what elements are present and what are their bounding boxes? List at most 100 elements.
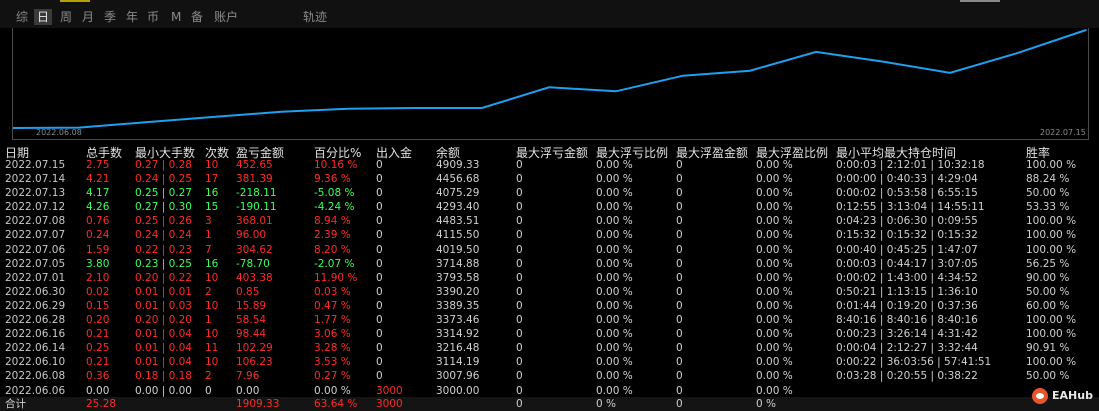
table-row: 2022.07.15 2.75 0.27 | 0.28 10 452.65 10.16 %… xyxy=(0,158,1099,172)
cell-0: 2022.06.28 xyxy=(5,314,66,327)
cell-9: 0.00 % xyxy=(596,257,633,270)
cell-3: 10 xyxy=(205,271,219,284)
cell-10: 0 xyxy=(676,370,683,383)
tab-1[interactable]: 日 xyxy=(34,9,53,25)
cell-10: 0 xyxy=(676,215,683,228)
cell-3: 0 xyxy=(205,384,212,397)
cell-1: 0.21 xyxy=(86,356,110,369)
equity-point xyxy=(615,90,617,93)
cell-7: 3000.00 xyxy=(436,384,480,397)
cell-5: 11.90 % xyxy=(314,271,358,284)
cell-7: 3714.88 xyxy=(436,257,480,270)
cell-4: 304.62 xyxy=(236,243,273,256)
cell-4: 106.23 xyxy=(236,356,273,369)
cell-9: 0.00 % xyxy=(596,229,633,242)
cell-12: 0:00:02 | 0:53:58 | 6:55:15 xyxy=(836,187,978,200)
cell-3: 7 xyxy=(205,243,212,256)
cell-12: 0:00:02 | 1:43:00 | 4:34:52 xyxy=(836,271,978,284)
cell-7: 4483.51 xyxy=(436,215,480,228)
tab-9[interactable]: 账户 xyxy=(214,9,238,25)
cell-9: 0.00 % xyxy=(596,243,633,256)
cell-8: 0 xyxy=(516,229,523,242)
cell-9: 0.00 % xyxy=(596,314,633,327)
cell-10: 0 xyxy=(676,299,683,312)
cell-8: 0 xyxy=(516,271,523,284)
cell-11: 0.00 % xyxy=(756,356,793,369)
tab-8[interactable]: 备 xyxy=(191,9,203,25)
cell-9: 0.00 % xyxy=(596,271,633,284)
table-row: 2022.07.13 4.17 0.25 | 0.27 16 -218.11 -5.08 … xyxy=(0,186,1099,200)
cell-4: -190.11 xyxy=(236,201,277,214)
cell-7: 4909.33 xyxy=(436,159,480,171)
cell-11: 0.00 % xyxy=(756,229,793,242)
total-pct: 63.64 % xyxy=(314,398,358,410)
cell-1: 3.80 xyxy=(86,257,110,270)
cell-8: 0 xyxy=(516,370,523,383)
cell-5: 2.39 % xyxy=(314,229,351,242)
equity-point xyxy=(548,86,550,89)
tab-5[interactable]: 年 xyxy=(126,9,138,25)
equity-point xyxy=(1016,52,1018,54)
cell-7: 3007.96 xyxy=(436,370,480,383)
cell-8: 0 xyxy=(516,328,523,341)
cell-0: 2022.06.29 xyxy=(5,299,66,312)
cell-6: 0 xyxy=(376,328,383,341)
cell-9: 0.00 % xyxy=(596,201,633,214)
cell-3: 17 xyxy=(205,173,219,186)
cell-4: 98.44 xyxy=(236,328,267,341)
cell-12: 0:00:04 | 2:12:27 | 3:32:44 xyxy=(836,342,978,355)
cell-2: 0.01 | 0.04 xyxy=(135,328,192,341)
cell-0: 2022.07.12 xyxy=(5,201,66,214)
cell-10: 0 xyxy=(676,201,683,214)
cell-5: 1.77 % xyxy=(314,314,351,327)
cell-5: -2.07 % xyxy=(314,257,355,270)
tab-0[interactable]: 综 xyxy=(16,9,28,25)
table-row: 2022.07.01 2.10 0.20 | 0.22 10 403.38 11.90 %… xyxy=(0,271,1099,285)
cell-5: 9.36 % xyxy=(314,173,351,186)
tab-10[interactable]: 轨迹 xyxy=(303,9,327,25)
tab-6[interactable]: 币 xyxy=(147,9,159,25)
tab-7[interactable]: M xyxy=(171,9,181,25)
cell-5: 3.53 % xyxy=(314,356,351,369)
cell-10: 0 xyxy=(676,314,683,327)
cell-4: 381.39 xyxy=(236,173,273,186)
cell-13: 100.00 % xyxy=(1026,356,1077,369)
cell-0: 2022.07.07 xyxy=(5,229,66,242)
tab-3[interactable]: 月 xyxy=(82,9,94,25)
cell-12: 0:00:03 | 0:44:17 | 3:07:05 xyxy=(836,257,978,270)
cell-4: -218.11 xyxy=(236,187,277,200)
cell-13: 88.24 % xyxy=(1026,173,1070,186)
cell-0: 2022.07.14 xyxy=(5,173,66,186)
x-start-label: 2022.06.08 xyxy=(36,128,82,137)
cell-5: 3.28 % xyxy=(314,342,351,355)
cell-4: 0.00 xyxy=(236,384,260,397)
table-row: 2022.07.12 4.26 0.27 | 0.30 15 -190.11 -4.24 … xyxy=(0,200,1099,214)
total-lots: 25.28 xyxy=(86,398,117,410)
equity-point xyxy=(682,74,684,77)
cell-2: 0.20 | 0.20 xyxy=(135,314,192,327)
cell-7: 4293.40 xyxy=(436,201,480,214)
cell-13: 100.00 % xyxy=(1026,229,1077,242)
tab-2[interactable]: 周 xyxy=(60,9,72,25)
cell-1: 4.17 xyxy=(86,187,110,200)
cell-13: 90.91 % xyxy=(1026,342,1070,355)
eahub-logo-text: EAHub xyxy=(1052,389,1093,402)
cell-1: 0.20 xyxy=(86,314,110,327)
table-row: 2022.06.29 0.15 0.01 | 0.03 10 15.89 0.47 % 0 3… xyxy=(0,299,1099,313)
eahub-logo-icon xyxy=(1032,388,1048,404)
cell-3: 2 xyxy=(205,370,212,383)
cell-4: 403.38 xyxy=(236,271,273,284)
cell-6: 0 xyxy=(376,370,383,383)
tab-4[interactable]: 季 xyxy=(104,9,116,25)
table-row: 2022.07.08 0.76 0.25 | 0.26 3 368.01 8.94 % 0 4… xyxy=(0,214,1099,228)
cell-4: 15.89 xyxy=(236,299,267,312)
cell-12: 0:15:32 | 0:15:32 | 0:15:32 xyxy=(836,229,978,242)
cell-2: 0.01 | 0.04 xyxy=(135,342,192,355)
cell-13: 100.00 % xyxy=(1026,243,1077,256)
cell-11: 0.00 % xyxy=(756,271,793,284)
cell-9: 0.00 % xyxy=(596,370,633,383)
total-label: 合计 xyxy=(5,398,26,410)
cell-2: 0.01 | 0.03 xyxy=(135,299,192,312)
cell-6: 0 xyxy=(376,257,383,270)
cell-0: 2022.06.08 xyxy=(5,370,66,383)
